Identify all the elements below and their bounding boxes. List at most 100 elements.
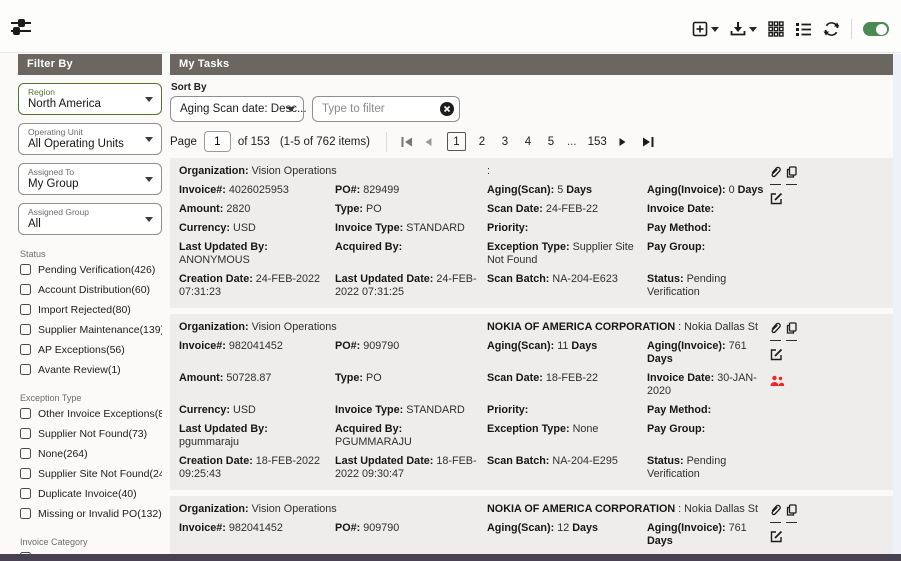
checkbox-label: Pending Verification(426): [38, 264, 155, 276]
supplier-field: NOKIA OF AMERICA CORPORATION : Nokia Dal…: [487, 321, 771, 334]
task-card[interactable]: Organization: Vision Operations NOKIA OF…: [170, 496, 893, 561]
copy-icon[interactable]: [786, 503, 797, 523]
copy-icon[interactable]: [786, 165, 797, 185]
filter-checkbox-row[interactable]: Supplier Maintenance(139): [20, 320, 162, 339]
card-field: Invoice#: 982041452: [179, 522, 327, 548]
checkbox-icon[interactable]: [20, 448, 31, 459]
checkbox-icon[interactable]: [20, 468, 31, 479]
dropdown-label: Assigned Group: [28, 207, 139, 217]
previous-page-icon[interactable]: [424, 136, 438, 148]
filter-checkbox-row[interactable]: Supplier Site Not Found(245): [20, 464, 162, 483]
checkbox-icon[interactable]: [20, 508, 31, 519]
checkbox-icon[interactable]: [20, 344, 31, 355]
page-ellipsis: ...: [567, 136, 577, 148]
dropdown-label: Region: [28, 87, 139, 97]
filter-checkbox-row[interactable]: AP Exceptions(56): [20, 340, 162, 359]
checkbox-label: Other Invoice Exceptions(8): [38, 408, 162, 420]
checkbox-icon[interactable]: [20, 488, 31, 499]
filter-checkbox-row[interactable]: None(264): [20, 444, 162, 463]
items-count-text: (1-5 of 762 items): [280, 136, 370, 148]
edit-icon[interactable]: [770, 192, 783, 211]
filter-checkbox-row[interactable]: Missing or Invalid PO(132): [20, 504, 162, 523]
filter-input[interactable]: [312, 96, 460, 122]
card-field: Creation Date: 18-FEB-2022 09:25:43: [179, 455, 327, 481]
add-button[interactable]: [692, 21, 719, 37]
attachment-icon[interactable]: [770, 503, 781, 523]
card-field: Priority:: [487, 404, 639, 417]
checkbox-icon[interactable]: [20, 364, 31, 375]
page-number-input[interactable]: [204, 131, 231, 152]
filter-checkbox-row[interactable]: Duplicate Invoice(40): [20, 484, 162, 503]
download-button[interactable]: [730, 21, 757, 37]
checkbox-icon[interactable]: [20, 408, 31, 419]
section-title: Exception Type: [20, 393, 162, 403]
scrollbar-track[interactable]: [893, 54, 901, 554]
assigned-to-dropdown[interactable]: Assigned To My Group: [18, 163, 162, 195]
checkbox-icon[interactable]: [20, 284, 31, 295]
card-field: Status: Pending Verification: [647, 455, 771, 481]
chevron-down-icon: [287, 107, 295, 112]
filter-checkbox-row[interactable]: Other Invoice Exceptions(8): [20, 404, 162, 423]
attachment-icon[interactable]: [770, 321, 781, 341]
card-field: Priority:: [487, 222, 639, 235]
checkbox-label: Avante Review(1): [38, 364, 121, 376]
filter-checkbox-row[interactable]: Account Distribution(60): [20, 280, 162, 299]
pager-divider: [386, 132, 387, 152]
filter-checkbox-row[interactable]: Supplier Not Found(73): [20, 424, 162, 443]
page-number[interactable]: 153: [586, 135, 609, 149]
attachment-icon[interactable]: [770, 165, 781, 185]
card-field: Type: PO: [335, 203, 479, 216]
clear-filter-icon[interactable]: [440, 102, 454, 116]
page-number[interactable]: 2: [475, 135, 489, 149]
page-number[interactable]: 1: [447, 132, 466, 151]
exception-type-filter-section: Exception Type Other Invoice Exceptions(…: [18, 393, 162, 523]
checkbox-label: Duplicate Invoice(40): [38, 488, 137, 500]
checkbox-icon[interactable]: [20, 304, 31, 315]
region-dropdown[interactable]: Region North America: [18, 83, 162, 115]
card-field: Pay Method:: [647, 404, 771, 417]
refresh-icon[interactable]: [823, 21, 840, 37]
toggle-switch[interactable]: [863, 22, 889, 36]
page-number[interactable]: 4: [521, 135, 535, 149]
checkbox-label: Supplier Site Not Found(245): [38, 468, 162, 480]
page-label: Page: [170, 136, 197, 148]
checkbox-label: Missing or Invalid PO(132): [38, 508, 162, 520]
filter-checkbox-row[interactable]: Pending Verification(426): [20, 260, 162, 279]
task-card[interactable]: Organization: Vision Operations NOKIA OF…: [170, 314, 893, 490]
page-number[interactable]: 3: [498, 135, 512, 149]
page-number[interactable]: 5: [544, 135, 558, 149]
next-page-icon[interactable]: [618, 136, 632, 148]
sort-by-label: Sort By: [171, 82, 893, 93]
operating-unit-dropdown[interactable]: Operating Unit All Operating Units: [18, 123, 162, 155]
card-field: Scan Batch: NA-204-E623: [487, 273, 639, 299]
checkbox-icon[interactable]: [20, 264, 31, 275]
last-page-icon[interactable]: [641, 136, 655, 148]
filter-checkbox-row[interactable]: Avante Review(1): [20, 360, 162, 379]
filter-checkbox-row[interactable]: Import Rejected(80): [20, 300, 162, 319]
copy-icon[interactable]: [786, 321, 797, 341]
edit-icon[interactable]: [770, 530, 783, 549]
chevron-down-icon: [145, 177, 153, 182]
edit-icon[interactable]: [770, 348, 783, 367]
checkbox-icon[interactable]: [20, 428, 31, 439]
card-field: Invoice Date:: [647, 203, 771, 216]
checkbox-label: Account Distribution(60): [38, 284, 150, 296]
checkbox-label: Supplier Not Found(73): [38, 428, 147, 440]
grid-view-icon[interactable]: [768, 21, 784, 37]
assigned-group-dropdown[interactable]: Assigned Group All: [18, 203, 162, 235]
filter-by-header: Filter By: [18, 54, 162, 75]
dropdown-label: Operating Unit: [28, 127, 139, 137]
card-field: Last Updated By: ANONYMOUS: [179, 241, 327, 267]
checkbox-label: Supplier Maintenance(139): [38, 324, 162, 336]
list-view-icon[interactable]: [795, 21, 812, 37]
dropdown-value: All Operating Units: [28, 137, 139, 151]
task-card[interactable]: Organization: Vision Operations : Invoic…: [170, 158, 893, 308]
card-field: Acquired By: PGUMMARAJU: [335, 423, 479, 449]
filter-sliders-icon[interactable]: [10, 18, 34, 38]
checkbox-icon[interactable]: [20, 324, 31, 335]
card-field: Last Updated By: pgummaraju: [179, 423, 327, 449]
checkbox-label: Import Rejected(80): [38, 304, 131, 316]
sort-dropdown[interactable]: Aging Scan date: Desc...: [170, 96, 304, 122]
first-page-icon[interactable]: [401, 136, 415, 148]
page-of-text: of 153: [238, 136, 270, 148]
